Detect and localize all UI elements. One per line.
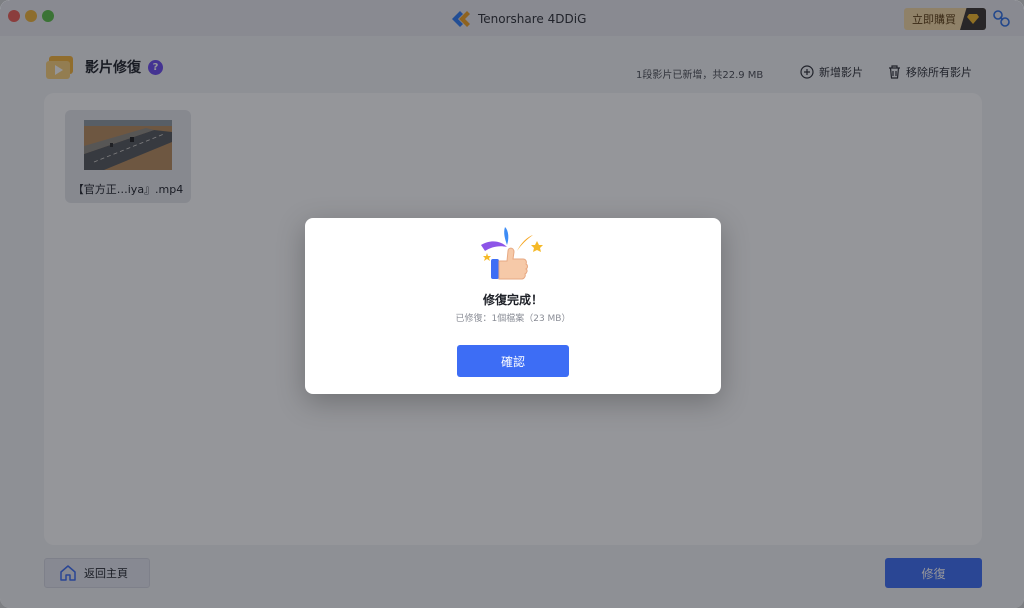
thumbs-up-celebration-icon (481, 227, 543, 280)
dialog-title: 修復完成！ (482, 293, 543, 307)
confirm-button[interactable]: 確認 (457, 345, 569, 377)
repair-complete-dialog: 修復完成！ 已修復：1個檔案（23 MB） 確認 (305, 218, 721, 394)
dialog-subtitle: 已修復：1個檔案（23 MB） (455, 314, 571, 324)
app-window: Tenorshare 4DDiG 立即購買 影片修復 ? 1段影片已新增，共22… (0, 0, 1024, 608)
